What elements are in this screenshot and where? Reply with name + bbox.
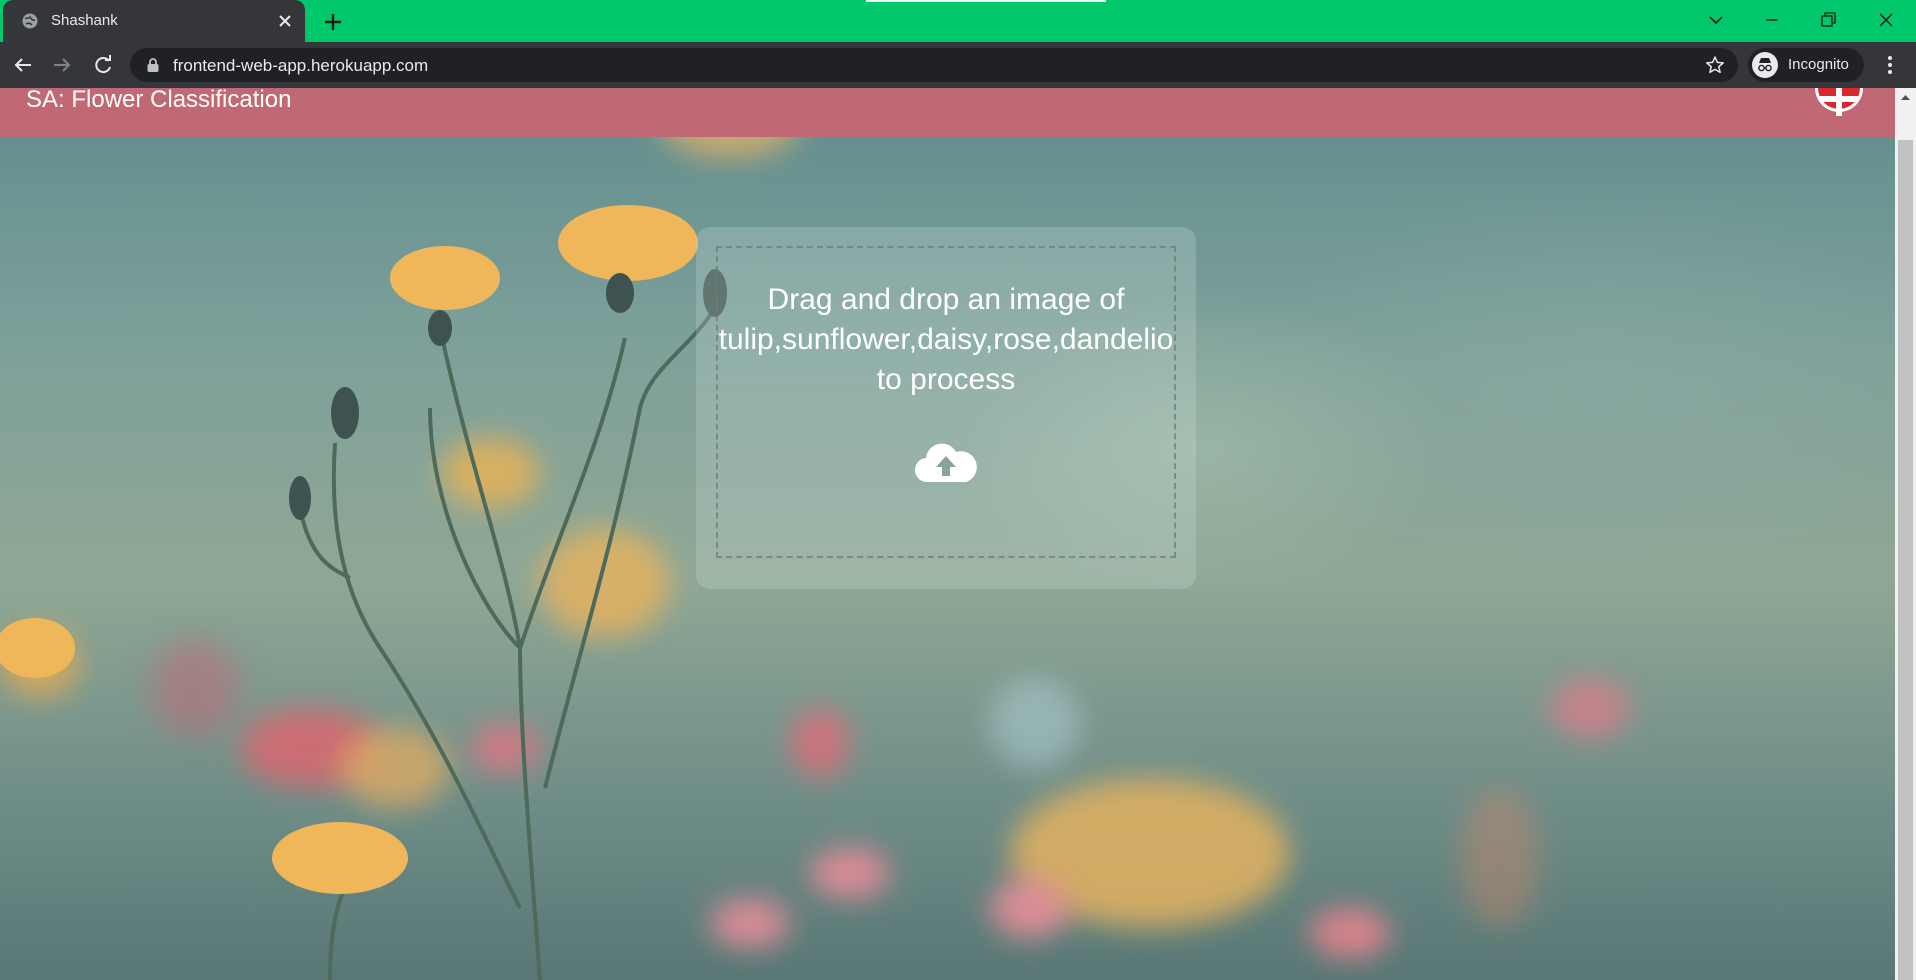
upload-prompt-line: to process: [876, 363, 1016, 396]
scrollbar-thumb[interactable]: [1898, 140, 1913, 980]
plus-icon[interactable]: [320, 9, 346, 35]
tab-indicator: [866, 0, 1106, 2]
minimize-icon[interactable]: [1758, 6, 1786, 34]
kebab-menu-icon[interactable]: [1876, 51, 1904, 79]
image-drop-zone[interactable]: Drag and drop an image of tulip,sunflowe…: [716, 246, 1176, 558]
upload-prompt-line: tulip,sunflower,daisy,rose,dandelio: [718, 323, 1174, 356]
forward-arrow-icon[interactable]: [48, 51, 76, 79]
incognito-profile-button[interactable]: Incognito: [1748, 48, 1864, 82]
browser-toolbar: frontend-web-app.herokuapp.com Incognito: [0, 42, 1916, 88]
tab-title: Shashank: [51, 12, 118, 29]
address-bar[interactable]: frontend-web-app.herokuapp.com: [130, 48, 1738, 82]
browser-tabstrip: Shashank: [0, 0, 1916, 42]
cloud-upload-icon[interactable]: [914, 438, 978, 486]
incognito-icon: [1752, 52, 1778, 78]
url-text[interactable]: frontend-web-app.herokuapp.com: [173, 56, 428, 76]
window-close-icon[interactable]: [1872, 6, 1900, 34]
upload-prompt-line: Drag and drop an image of: [767, 283, 1125, 316]
scroll-up-arrow-icon[interactable]: [1895, 88, 1916, 108]
red-cross-badge-icon[interactable]: [1814, 88, 1864, 124]
upload-prompt: Drag and drop an image of tulip,sunflowe…: [718, 280, 1174, 400]
upload-card: Drag and drop an image of tulip,sunflowe…: [696, 227, 1196, 589]
reload-icon[interactable]: [89, 51, 117, 79]
page-title: SA: Flower Classification: [26, 88, 292, 113]
page-viewport: SA: Flower Classification Drag and drop …: [0, 88, 1916, 980]
restore-icon[interactable]: [1814, 6, 1842, 34]
page-scrollbar[interactable]: [1895, 88, 1916, 980]
globe-icon: [22, 13, 38, 29]
back-arrow-icon[interactable]: [9, 51, 37, 79]
incognito-label: Incognito: [1788, 56, 1849, 73]
close-icon[interactable]: [274, 10, 296, 32]
app-header: SA: Flower Classification: [0, 88, 1895, 137]
chevron-down-icon[interactable]: [1702, 6, 1730, 34]
lock-icon[interactable]: [146, 57, 160, 73]
star-icon[interactable]: [1704, 54, 1726, 76]
browser-tab[interactable]: Shashank: [3, 0, 305, 42]
